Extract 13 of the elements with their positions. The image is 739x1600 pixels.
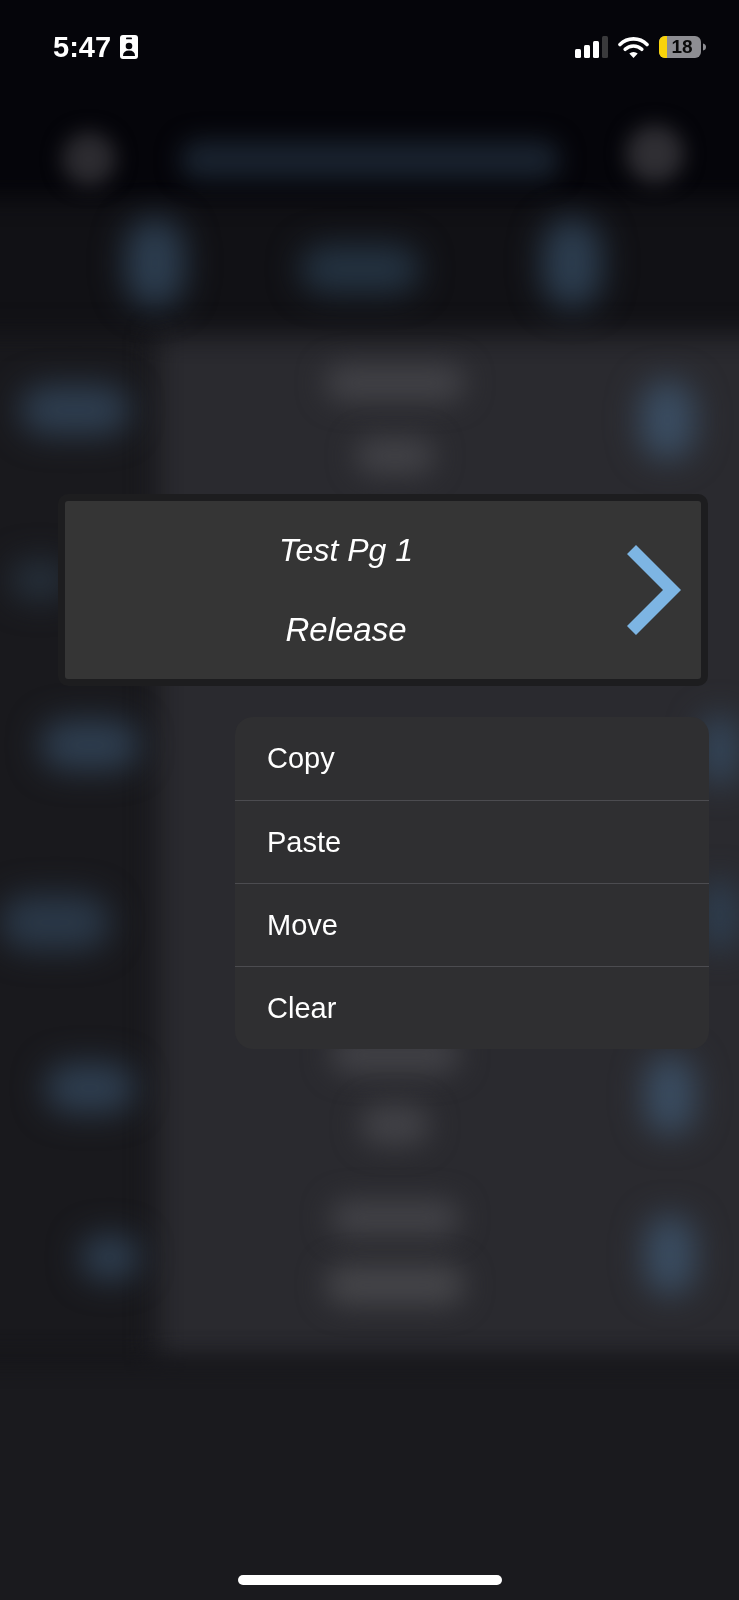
menu-item[interactable]: Paste: [235, 800, 709, 883]
person-badge-icon: [120, 35, 139, 59]
wifi-icon: [618, 36, 649, 58]
battery-percentage: 18: [671, 38, 693, 56]
battery-icon: [659, 36, 706, 58]
chevron-right-icon: [627, 545, 681, 635]
menu-item[interactable]: Clear: [235, 966, 709, 1049]
signal-icon: [575, 36, 608, 58]
menu-item[interactable]: Copy: [235, 717, 709, 800]
status-time: 5:47: [53, 32, 112, 62]
card-title: Test Pg 1: [279, 531, 413, 570]
card-subtitle: Release: [285, 610, 407, 650]
menu-item[interactable]: Move: [235, 883, 709, 966]
